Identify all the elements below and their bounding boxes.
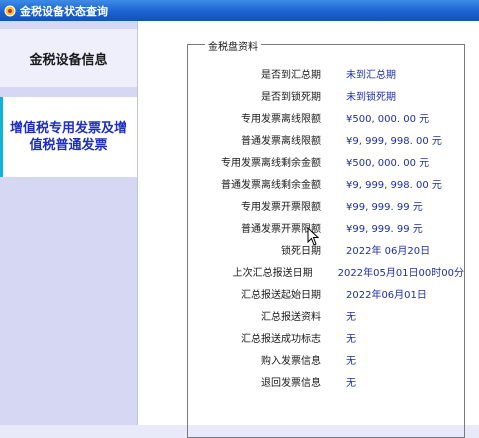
info-row: 汇总报送资料 无 — [188, 307, 464, 323]
info-row-label: 上次汇总报送日期 — [232, 267, 313, 279]
mouse-cursor-icon — [307, 227, 320, 246]
info-row-value: ¥500, 000. 00 元 — [346, 113, 430, 125]
info-row: 专用发票离线剩余金额 ¥500, 000. 00 元 — [188, 153, 464, 169]
info-row: 退回发票信息 无 — [188, 373, 464, 389]
info-row: 上次汇总报送日期 2022年05月01日00时00分 — [188, 263, 464, 279]
main-content: 金税盘资料 是否到汇总期 未到汇总期是否到锁死期 未到锁死期专用发票离线限额 ¥500… — [138, 21, 479, 438]
info-row-value: ¥99, 999. 99 元 — [346, 201, 423, 213]
sidebar: 金税设备信息 增值税专用发票及增值税普通发票 — [0, 21, 138, 425]
info-row: 普通发票开票限额 ¥99, 999. 99 元 — [188, 219, 464, 235]
info-row-value: ¥9, 999, 998. 00 元 — [346, 179, 442, 191]
info-row-value: 2022年06月01日 — [346, 289, 427, 301]
info-row-label: 普通发票离线剩余金额 — [221, 179, 321, 191]
info-row: 专用发票开票限额 ¥99, 999. 99 元 — [188, 197, 464, 213]
sidebar-item-vat-invoices[interactable]: 增值税专用发票及增值税普通发票 — [0, 97, 137, 177]
sidebar-item-tax-device-info[interactable]: 金税设备信息 — [0, 29, 137, 87]
info-row: 专用发票离线限额 ¥500, 000. 00 元 — [188, 109, 464, 125]
selected-indicator — [0, 97, 3, 177]
info-row: 汇总报送成功标志 无 — [188, 329, 464, 345]
info-row: 汇总报送起始日期 2022年06月01日 — [188, 285, 464, 301]
info-row-value: ¥500, 000. 00 元 — [346, 157, 430, 169]
group-legend: 金税盘资料 — [205, 38, 261, 53]
info-row-value: 无 — [346, 377, 356, 389]
info-row: 普通发票离线限额 ¥9, 999, 998. 00 元 — [188, 131, 464, 147]
info-row-label: 退回发票信息 — [261, 377, 321, 389]
info-row-value: 无 — [346, 311, 356, 323]
info-row-value: 无 — [346, 355, 356, 367]
info-row: 普通发票离线剩余金额 ¥9, 999, 998. 00 元 — [188, 175, 464, 191]
info-row-label: 锁死日期 — [281, 245, 321, 257]
info-row-value: 未到汇总期 — [346, 69, 396, 81]
info-row-label: 是否到锁死期 — [261, 91, 321, 103]
info-row-label: 专用发票开票限额 — [241, 201, 321, 213]
info-row-label: 专用发票离线限额 — [241, 113, 321, 125]
info-row: 购入发票信息 无 — [188, 351, 464, 367]
info-row-label: 普通发票离线限额 — [241, 135, 321, 147]
info-row: 锁死日期 2022年 06月20日 — [188, 241, 464, 257]
info-row: 是否到锁死期 未到锁死期 — [188, 87, 464, 103]
info-row-value: ¥9, 999, 998. 00 元 — [346, 135, 442, 147]
info-row-label: 汇总报送起始日期 — [241, 289, 321, 301]
app-icon — [4, 5, 16, 17]
info-row-label: 汇总报送资料 — [261, 311, 321, 323]
info-row-label: 是否到汇总期 — [261, 69, 321, 81]
info-row-label: 普通发票开票限额 — [241, 223, 321, 235]
info-row-value: 2022年 06月20日 — [346, 245, 431, 257]
info-row-label: 专用发票离线剩余金额 — [221, 157, 321, 169]
window-title: 金税设备状态查询 — [20, 4, 108, 18]
sidebar-item-label: 增值税专用发票及增值税普通发票 — [9, 121, 127, 153]
info-row-value: 2022年05月01日00时00分 — [337, 267, 464, 279]
info-row-label: 购入发票信息 — [261, 355, 321, 367]
info-row-value: ¥99, 999. 99 元 — [346, 223, 423, 235]
sidebar-item-label: 金税设备信息 — [29, 52, 108, 68]
window-titlebar: 金税设备状态查询 — [0, 0, 479, 21]
info-row-value: 未到锁死期 — [346, 91, 396, 103]
info-row-label: 汇总报送成功标志 — [241, 333, 321, 345]
tax-disk-info-group: 金税盘资料 是否到汇总期 未到汇总期是否到锁死期 未到锁死期专用发票离线限额 ¥500… — [187, 38, 465, 438]
info-row: 是否到汇总期 未到汇总期 — [188, 65, 464, 81]
info-row-value: 无 — [346, 333, 356, 345]
